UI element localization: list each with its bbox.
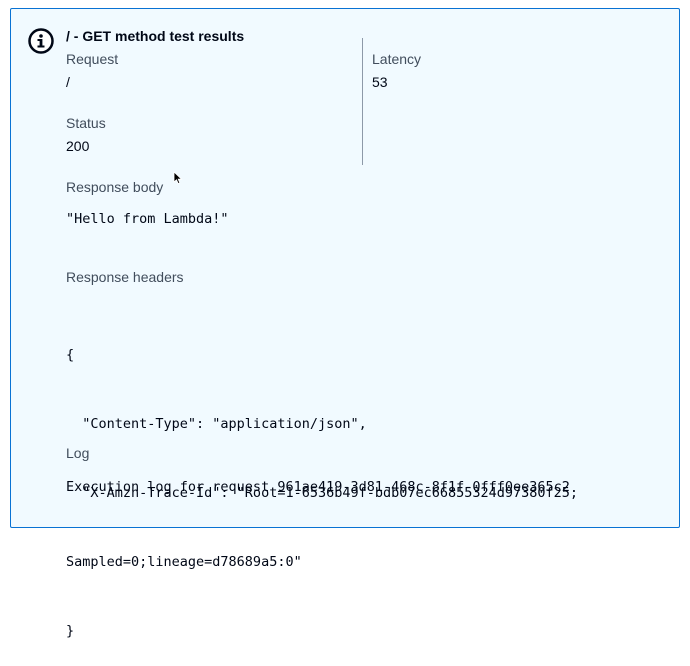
request-label: Request	[66, 51, 119, 67]
header-line: Sampled=0;lineage=d78689a5:0"	[66, 554, 302, 570]
log-value: Execution log for request 961ae419-3d81-…	[66, 479, 570, 495]
status-label: Status	[66, 115, 106, 131]
column-divider	[362, 38, 363, 165]
status-value: 200	[66, 138, 90, 154]
header-line: }	[66, 623, 75, 639]
latency-label: Latency	[372, 51, 422, 67]
response-body-label: Response body	[66, 179, 164, 195]
header-line: {	[66, 347, 75, 363]
mouse-cursor-icon	[173, 171, 183, 190]
log-label: Log	[66, 445, 90, 461]
latency-value: 53	[372, 74, 388, 90]
response-headers-label: Response headers	[66, 269, 184, 285]
info-icon	[28, 28, 54, 54]
request-value: /	[66, 74, 70, 90]
header-line: "Content-Type": "application/json",	[66, 416, 367, 432]
response-body-value: "Hello from Lambda!"	[66, 211, 229, 227]
results-title: / - GET method test results	[66, 28, 245, 44]
